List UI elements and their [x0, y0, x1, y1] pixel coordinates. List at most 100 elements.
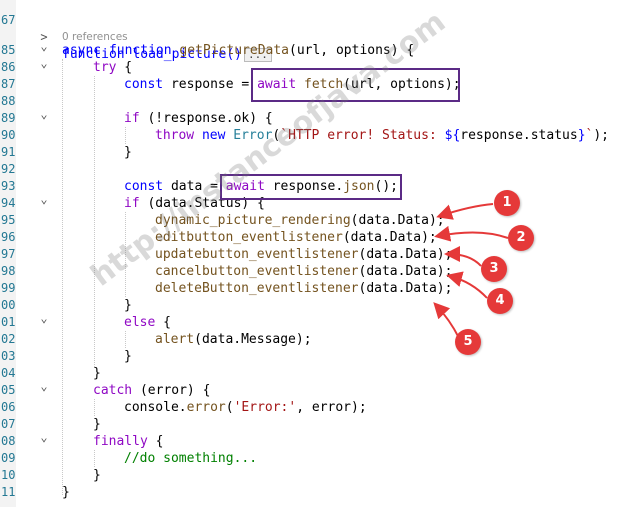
code-token: }: [93, 468, 101, 483]
line-number: 99: [1, 281, 16, 295]
line-number: 93: [1, 179, 16, 193]
code-token: if: [124, 196, 140, 211]
code-token: cancelbutton_eventlistener: [155, 264, 359, 279]
code-token: }: [577, 128, 586, 143]
collapse-chevron-icon[interactable]: ⌄: [38, 310, 50, 327]
line-number: 86: [1, 60, 16, 74]
code-token: );: [593, 128, 609, 143]
code-token: response =: [163, 77, 258, 92]
line-number: 08: [1, 434, 16, 448]
code-text: cancelbutton_eventlistener(data.Data);: [155, 263, 452, 280]
code-token: {: [155, 315, 171, 330]
line-number: 11: [1, 485, 16, 499]
code-token: else: [124, 315, 156, 330]
code-token: Error: [233, 128, 273, 143]
code-line[interactable]: 99 deleteButton_eventlistener(data.Data);: [0, 280, 644, 297]
line-number: 02: [1, 332, 16, 346]
code-token: }: [93, 417, 101, 432]
code-token: }: [93, 366, 101, 381]
code-line[interactable]: 06 console.error('Error:', error);: [0, 399, 644, 416]
code-token: try: [93, 60, 117, 75]
code-token: throw: [155, 128, 195, 143]
code-text: finally {: [93, 433, 163, 450]
line-number: 04: [1, 366, 16, 380]
code-line[interactable]: 96 editbutton_eventlistener(data.Data);: [0, 229, 644, 246]
code-line[interactable]: 97 updatebutton_eventlistener(data.Data);: [0, 246, 644, 263]
annotation-badge-2: 2: [508, 225, 534, 251]
collapse-chevron-icon[interactable]: ⌄: [38, 55, 50, 72]
code-line[interactable]: 03}: [0, 348, 644, 365]
code-token: , error);: [296, 400, 367, 415]
code-text: throw new Error(`HTTP error! Status: ${r…: [155, 127, 609, 144]
line-number: 91: [1, 145, 16, 159]
code-token: finally: [93, 434, 148, 449]
code-line[interactable]: 95 dynamic_picture_rendering(data.Data);: [0, 212, 644, 229]
code-line[interactable]: 91}: [0, 144, 644, 161]
code-line[interactable]: 04}: [0, 365, 644, 382]
code-token: (data.Data);: [358, 281, 453, 296]
code-token: dynamic_picture_rendering: [155, 213, 351, 228]
code-token: async: [62, 43, 102, 58]
line-number: 85: [1, 43, 16, 57]
line-number: 97: [1, 247, 16, 261]
code-line[interactable]: 98 cancelbutton_eventlistener(data.Data);: [0, 263, 644, 280]
collapse-chevron-icon[interactable]: ⌄: [38, 429, 50, 446]
line-number: 03: [1, 349, 16, 363]
line-number: 07: [1, 417, 16, 431]
code-token: if: [124, 111, 140, 126]
code-token: //do something...: [124, 451, 258, 466]
code-line[interactable]: 07}: [0, 416, 644, 433]
code-token: 'Error:': [233, 400, 297, 415]
code-text: try {: [93, 59, 132, 76]
annotation-badge-4: 4: [487, 288, 513, 314]
code-token: (data.Data);: [350, 213, 445, 228]
code-token: (error) {: [132, 383, 211, 398]
line-number: 92: [1, 162, 16, 176]
code-token: getPictureData: [179, 43, 289, 58]
code-token: console.: [124, 400, 187, 415]
collapse-chevron-icon[interactable]: ⌄: [38, 378, 50, 395]
code-token: {: [116, 60, 133, 75]
code-line[interactable]: 05 ⌄ catch (error) {: [0, 379, 644, 399]
line-number: 10: [1, 468, 16, 482]
code-token: (: [225, 400, 234, 415]
code-token: (data.Data);: [358, 247, 453, 262]
code-text: editbutton_eventlistener(data.Data);: [155, 229, 437, 246]
code-line[interactable]: 02 alert(data.Message);: [0, 331, 644, 348]
collapse-chevron-icon[interactable]: ⌄: [38, 38, 50, 55]
line-number: 00: [1, 298, 16, 312]
code-text: }: [124, 144, 132, 161]
code-token: error: [186, 400, 226, 415]
code-line[interactable]: 01 ⌄ else {: [0, 311, 644, 331]
code-token: (data.Message);: [194, 332, 312, 347]
code-token: (!response.ok) {: [139, 111, 273, 126]
code-line[interactable]: 11}: [0, 484, 644, 501]
code-line[interactable]: 00}: [0, 297, 644, 314]
code-line[interactable]: 10}: [0, 467, 644, 484]
code-text: async function getPictureData(url, optio…: [62, 42, 414, 59]
code-line[interactable]: 89 ⌄ if (!response.ok) {: [0, 107, 644, 127]
collapsed-line-67: 67 > function load_picture()...: [0, 0, 644, 62]
code-text: }: [124, 297, 132, 314]
code-text: dynamic_picture_rendering(data.Data);: [155, 212, 445, 229]
code-token: deleteButton_eventlistener: [155, 281, 359, 296]
code-line[interactable]: 09 //do something...: [0, 450, 644, 467]
code-token: const: [124, 77, 164, 92]
line-number: 96: [1, 230, 16, 244]
code-line[interactable]: 90 throw new Error(`HTTP error! Status: $…: [0, 127, 644, 144]
line-number: 88: [1, 94, 16, 108]
line-number: 01: [1, 315, 16, 329]
collapse-chevron-icon[interactable]: ⌄: [38, 191, 50, 208]
collapse-chevron-icon[interactable]: ⌄: [38, 106, 50, 123]
code-line[interactable]: 85 ⌄ async function getPictureData(url, op…: [0, 39, 644, 59]
line-number: 89: [1, 111, 16, 125]
code-token: }: [124, 349, 132, 364]
code-text: else {: [124, 314, 171, 331]
code-text: }: [93, 467, 101, 484]
code-text: }: [93, 365, 101, 382]
code-token: (data.Data);: [358, 264, 453, 279]
code-token: new: [201, 128, 226, 143]
code-token: alert: [155, 332, 195, 347]
code-line[interactable]: 08 ⌄ finally {: [0, 430, 644, 450]
